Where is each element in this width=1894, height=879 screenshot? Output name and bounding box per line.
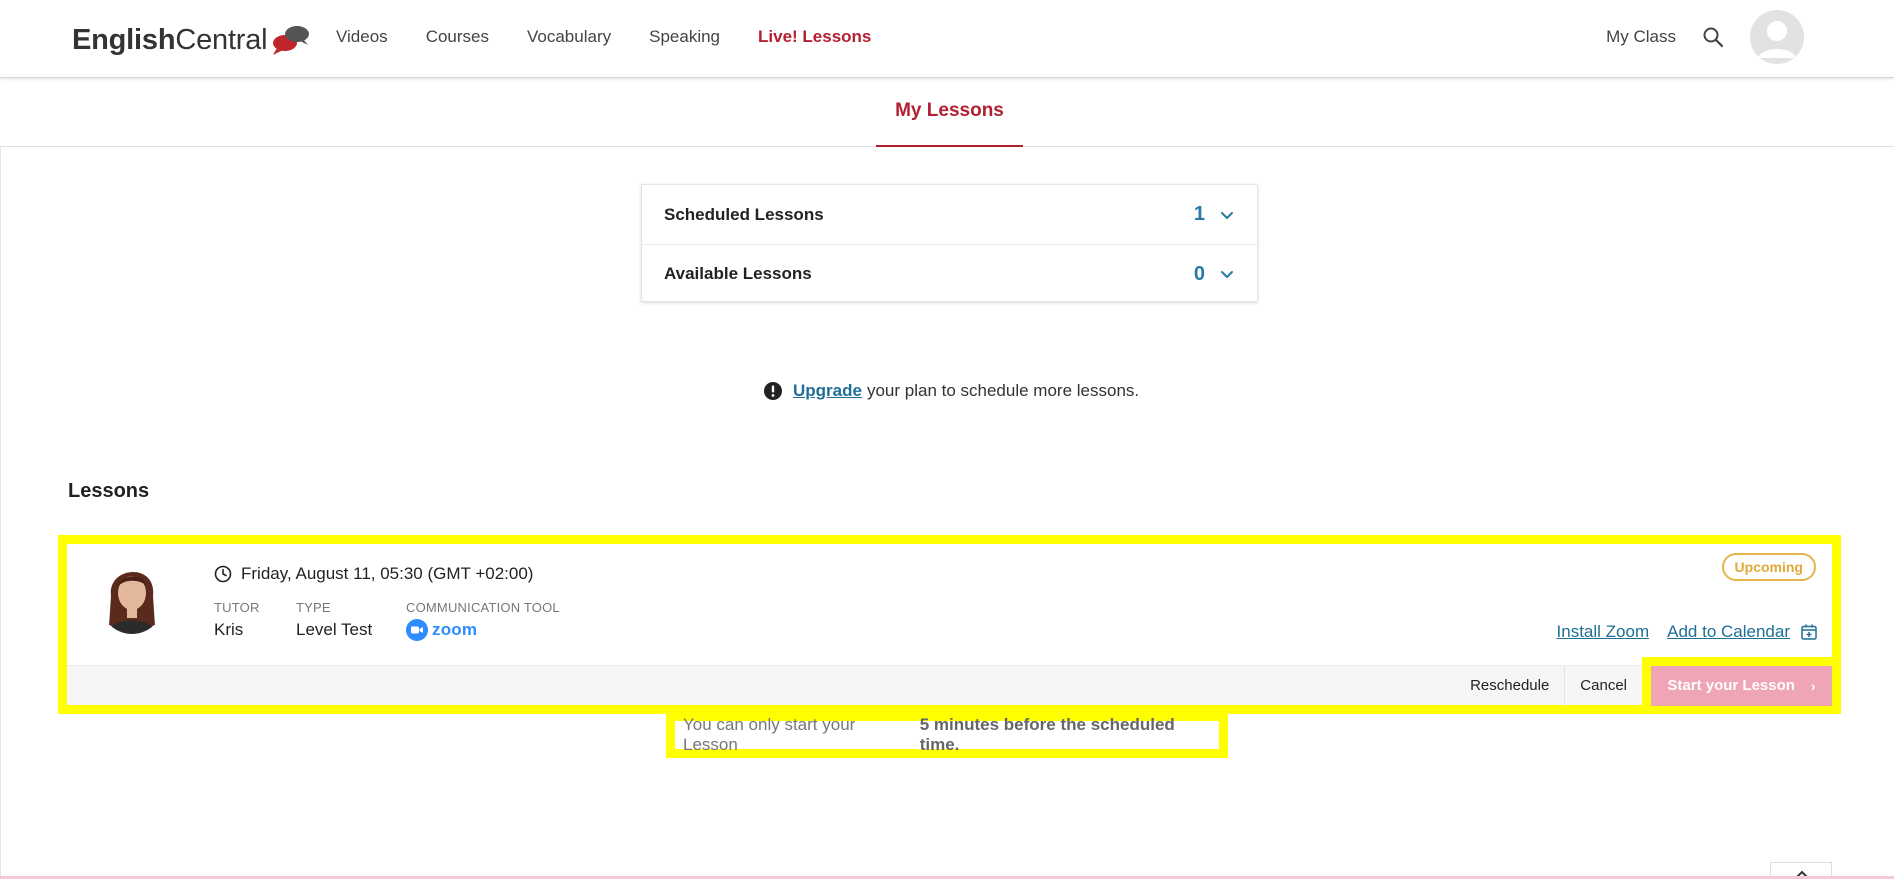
lessons-summary-accordion: Scheduled Lessons 1 Available Lessons 0 xyxy=(641,184,1258,302)
tutor-meta: TUTOR Kris xyxy=(214,600,260,640)
nav-speaking[interactable]: Speaking xyxy=(649,24,720,50)
englishcentral-logo[interactable]: EnglishCentral xyxy=(72,20,311,60)
start-lesson-highlight: Start your Lesson › xyxy=(1642,656,1832,706)
zoom-camera-icon xyxy=(406,619,428,641)
my-class-link[interactable]: My Class xyxy=(1606,27,1676,47)
accordion-label: Scheduled Lessons xyxy=(664,204,824,224)
nav-vocabulary[interactable]: Vocabulary xyxy=(527,24,611,50)
upgrade-notice-text: your plan to schedule more lessons. xyxy=(866,381,1140,400)
start-lesson-label: Start your Lesson xyxy=(1667,677,1795,694)
available-count: 0 xyxy=(1193,262,1205,285)
zoom-wordmark: zoom xyxy=(432,620,478,639)
user-avatar-icon[interactable] xyxy=(1750,10,1804,64)
tutor-photo xyxy=(97,556,167,634)
tab-my-lessons[interactable]: My Lessons xyxy=(876,79,1023,147)
lesson-type: Level Test xyxy=(296,620,373,639)
status-badge: Upcoming xyxy=(1721,553,1816,581)
lesson-links: Install Zoom Add to Calendar xyxy=(1539,622,1818,642)
tutor-name: Kris xyxy=(214,620,244,639)
nav-courses[interactable]: Courses xyxy=(426,24,489,50)
header-right: My Class xyxy=(1606,10,1804,64)
lesson-datetime-text: Friday, August 11, 05:30 (GMT +02:00) xyxy=(241,564,534,583)
start-restriction-note: You can only start your Lesson 5 minutes… xyxy=(666,714,1228,758)
lesson-details: Friday, August 11, 05:30 (GMT +02:00) TU… xyxy=(67,544,1832,662)
nav-live-lessons[interactable]: Live! Lessons xyxy=(758,24,871,50)
communication-tool-label: COMMUNICATION TOOL xyxy=(406,600,560,615)
chevron-down-icon[interactable] xyxy=(1219,266,1235,282)
note-text: You can only start your Lesson xyxy=(683,715,856,754)
zoom-tool: zoom xyxy=(406,619,560,641)
clock-icon xyxy=(214,565,232,583)
speech-bubbles-icon xyxy=(273,26,310,55)
scheduled-lessons-row[interactable]: Scheduled Lessons 1 xyxy=(642,185,1257,244)
chevron-right-icon: › xyxy=(1810,677,1816,694)
start-lesson-button[interactable]: Start your Lesson › xyxy=(1651,665,1832,706)
scheduled-count: 1 xyxy=(1193,203,1205,225)
calendar-plus-icon[interactable] xyxy=(1800,623,1818,641)
upgrade-link[interactable]: Upgrade xyxy=(793,381,862,401)
sub-tab-bar: My Lessons xyxy=(0,79,1894,147)
communication-tool-meta: COMMUNICATION TOOL zoom xyxy=(406,600,560,641)
top-header: EnglishCentral Videos Courses Vocabulary… xyxy=(0,0,1894,78)
accordion-label: Available Lessons xyxy=(664,264,812,283)
chevron-down-icon[interactable] xyxy=(1219,207,1235,223)
lesson-datetime: Friday, August 11, 05:30 (GMT +02:00) xyxy=(214,564,533,584)
main-nav: Videos Courses Vocabulary Speaking Live!… xyxy=(336,24,909,50)
tutor-label: TUTOR xyxy=(214,600,260,615)
lesson-card: Friday, August 11, 05:30 (GMT +02:00) TU… xyxy=(58,535,1841,714)
add-to-calendar-link[interactable]: Add to Calendar xyxy=(1667,622,1790,642)
cancel-button[interactable]: Cancel xyxy=(1564,665,1642,706)
type-meta: TYPE Level Test xyxy=(296,600,372,640)
note-bold-text: 5 minutes before the scheduled time. xyxy=(919,715,1175,754)
lesson-actions-bar: Reschedule Cancel Start your Lesson › xyxy=(67,656,1832,706)
install-zoom-link[interactable]: Install Zoom xyxy=(1557,622,1650,642)
search-icon[interactable] xyxy=(1702,26,1724,48)
nav-videos[interactable]: Videos xyxy=(336,24,388,50)
exclamation-circle-icon xyxy=(764,382,782,400)
lessons-heading: Lessons xyxy=(68,480,150,502)
upgrade-notice: Upgrade your plan to schedule more lesso… xyxy=(763,381,1139,401)
available-lessons-row[interactable]: Available Lessons 0 xyxy=(642,244,1257,303)
reschedule-button[interactable]: Reschedule xyxy=(1455,666,1564,706)
logo-text: EnglishCentral xyxy=(72,23,268,56)
type-label: TYPE xyxy=(296,600,331,615)
page-left-border xyxy=(0,147,1,879)
